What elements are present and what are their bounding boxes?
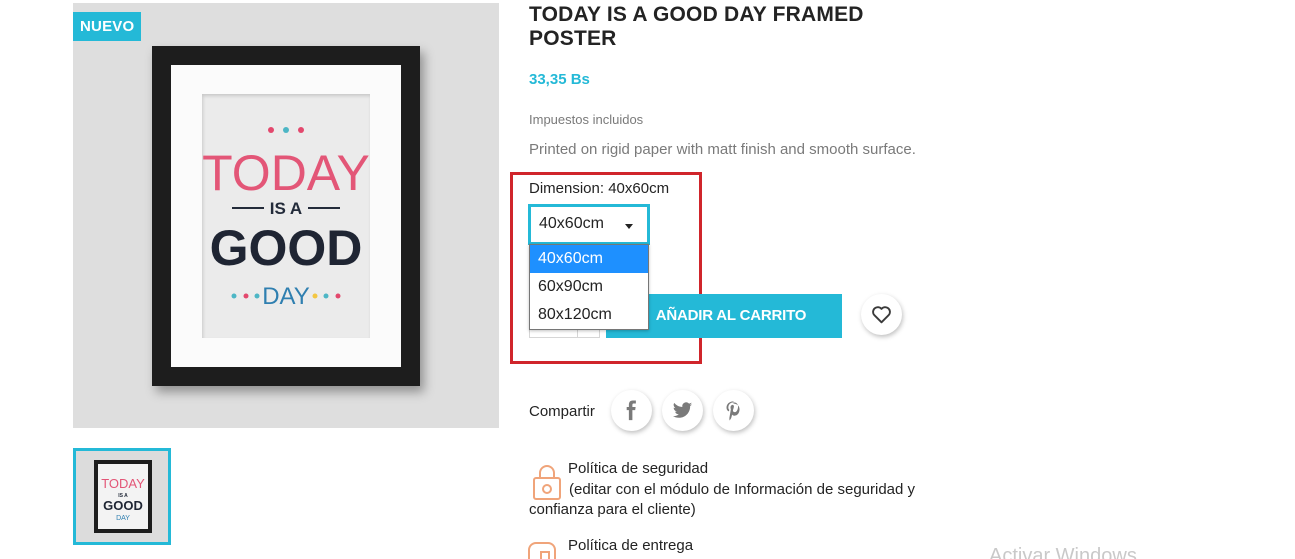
security-policy-text: (editar con el módulo de Información de … [529, 481, 916, 518]
wishlist-button[interactable] [861, 294, 902, 335]
product-thumbnail[interactable]: TODAY IS A GOOD DAY [73, 448, 171, 545]
truck-icon [527, 542, 563, 559]
poster-line-today: TODAY [202, 145, 370, 201]
share-label: Compartir [529, 403, 595, 420]
dimension-label: Dimension: 40x60cm [529, 180, 670, 197]
product-main-image[interactable]: TODAY IS A GOOD DAY [73, 3, 499, 428]
product-title: TODAY IS A GOOD DAY FRAMED POSTER [529, 3, 864, 50]
share-twitter-button[interactable] [662, 390, 703, 431]
thumbnail-mat: TODAY IS A GOOD DAY [98, 464, 148, 529]
share-pinterest-button[interactable] [713, 390, 754, 431]
thumbnail-line-day: DAY [116, 515, 130, 522]
poster-line-day: DAY [262, 283, 310, 310]
dimension-options-list[interactable]: 40x60cm 60x90cm 80x120cm [529, 244, 649, 330]
windows-activation-watermark: Activar Windows [989, 545, 1137, 559]
dimension-select-value: 40x60cm [539, 215, 604, 232]
pinterest-icon [726, 401, 740, 421]
dimension-option[interactable]: 60x90cm [530, 273, 648, 301]
facebook-icon [626, 400, 636, 421]
twitter-icon [672, 402, 693, 418]
chevron-down-icon [625, 224, 633, 229]
poster-mat: TODAY IS A GOOD DAY [171, 65, 401, 367]
add-to-cart-label: AÑADIR AL CARRITO [655, 307, 807, 324]
security-policy-title: Política de seguridad [568, 460, 709, 477]
dimension-option[interactable]: 80x120cm [530, 301, 648, 329]
thumbnail-frame: TODAY IS A GOOD DAY [94, 460, 152, 533]
thumbnail-line-good: GOOD [103, 498, 143, 513]
taxes-note: Impuestos incluidos [529, 112, 644, 127]
product-description: Printed on rigid paper with matt finish … [529, 141, 916, 158]
poster-frame: TODAY IS A GOOD DAY [152, 46, 420, 386]
poster-line-is-a: IS A [270, 199, 302, 218]
dimension-select[interactable]: 40x60cm [528, 204, 650, 245]
poster-artwork: TODAY IS A GOOD DAY [202, 127, 370, 310]
product-price: 33,35 Bs [529, 71, 590, 88]
new-badge: NUEVO [73, 12, 142, 41]
dimension-option[interactable]: 40x60cm [530, 245, 648, 273]
thumbnail-artwork: TODAY IS A GOOD DAY [101, 476, 145, 522]
delivery-policy-title: Política de entrega [568, 537, 694, 554]
poster-paper: TODAY IS A GOOD DAY [202, 94, 370, 338]
thumbnail-line-today: TODAY [101, 476, 145, 491]
share-facebook-button[interactable] [611, 390, 652, 431]
poster-line-good: GOOD [210, 220, 363, 276]
heart-icon [872, 306, 891, 324]
